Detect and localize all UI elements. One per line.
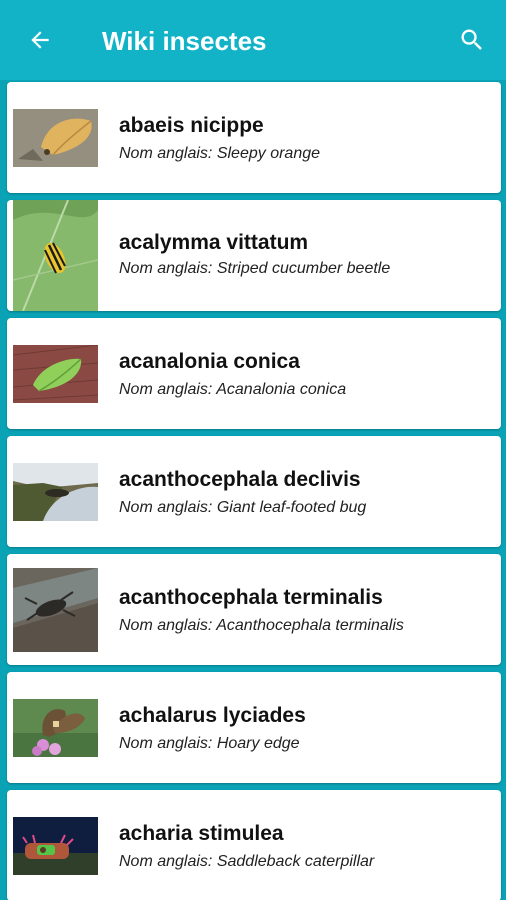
arrow-left-icon [31,31,49,49]
insect-thumbnail [13,568,98,652]
list-item-acanthocephala-terminalis[interactable]: acanthocephala terminalis Nom anglais: A… [7,554,501,665]
item-english-name: Nom anglais: Giant leaf-footed bug [119,499,367,516]
app-bar: Wiki insectes [0,0,506,80]
item-name: acalymma vittatum [119,231,309,254]
item-english-name: Nom anglais: Sleepy orange [119,145,321,162]
item-name: achalarus lyciades [119,704,306,727]
list-item-achalarus-lyciades[interactable]: achalarus lyciades Nom anglais: Hoary ed… [7,672,501,783]
insect-thumbnail [13,109,98,167]
insect-thumbnail [13,699,98,757]
item-english-name: Nom anglais: Hoary edge [119,735,300,752]
search-icon [461,29,482,50]
item-name: acanthocephala declivis [119,468,361,491]
insect-thumbnail [13,463,98,521]
item-name: acanalonia conica [119,350,300,373]
list-item-abaeis-nicippe[interactable]: abaeis nicippe Nom anglais: Sleepy orang… [7,82,501,193]
back-button[interactable] [22,22,58,58]
insect-list: abaeis nicippe Nom anglais: Sleepy orang… [0,80,506,900]
item-name: acanthocephala terminalis [119,586,383,609]
item-english-name: Nom anglais: Striped cucumber beetle [119,260,391,277]
insect-thumbnail [13,200,98,311]
search-button[interactable] [454,22,490,58]
insect-thumbnail [13,817,98,875]
item-english-name: Nom anglais: Saddleback caterpillar [119,853,375,870]
page-title: Wiki insectes [102,26,267,56]
item-english-name: Nom anglais: Acanalonia conica [119,381,347,398]
insect-thumbnail [13,345,98,403]
list-item-acalymma-vittatum[interactable]: acalymma vittatum Nom anglais: Striped c… [7,200,501,311]
list-item-acharia-stimulea[interactable]: acharia stimulea Nom anglais: Saddleback… [7,790,501,900]
item-name: acharia stimulea [119,822,284,845]
list-item-acanalonia-conica[interactable]: acanalonia conica Nom anglais: Acanaloni… [7,318,501,429]
item-name: abaeis nicippe [119,114,264,137]
item-english-name: Nom anglais: Acanthocephala terminalis [119,617,404,634]
list-item-acanthocephala-declivis[interactable]: acanthocephala declivis Nom anglais: Gia… [7,436,501,547]
